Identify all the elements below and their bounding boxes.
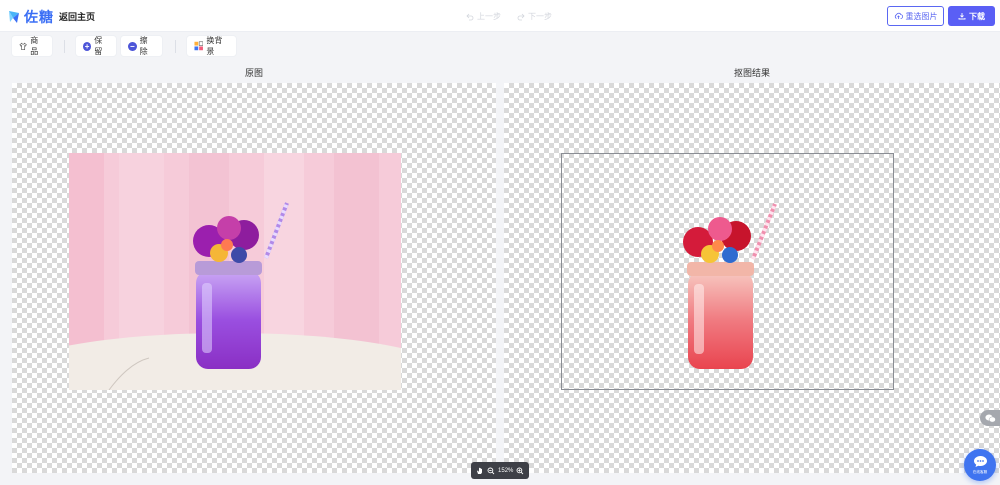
back-home-link[interactable]: 返回主页 bbox=[59, 10, 95, 23]
toolbar-divider bbox=[64, 40, 65, 53]
undo-label: 上一步 bbox=[477, 12, 501, 21]
keep-label: 保留 bbox=[94, 36, 103, 56]
product-label: 商品 bbox=[30, 36, 39, 56]
background-swap-icon bbox=[194, 41, 204, 51]
download-icon bbox=[958, 13, 966, 20]
minus-icon: − bbox=[128, 41, 137, 51]
logo-icon bbox=[9, 11, 19, 23]
erase-brush-button[interactable]: − 擦除 bbox=[121, 36, 162, 56]
chat-side-tab[interactable] bbox=[980, 410, 1000, 426]
product-mode-button[interactable]: 商品 bbox=[12, 36, 52, 56]
change-background-button[interactable]: 换背景 bbox=[187, 36, 236, 56]
original-panel-title: 原图 bbox=[244, 68, 263, 78]
reselect-label: 重选图片 bbox=[905, 11, 938, 21]
logo-text: 佐糖 bbox=[24, 9, 54, 25]
erase-label: 擦除 bbox=[139, 36, 148, 56]
undo-icon bbox=[466, 13, 474, 20]
plus-icon: + bbox=[83, 41, 92, 51]
reselect-image-button[interactable]: 重选图片 bbox=[887, 6, 944, 26]
toolbar-divider bbox=[175, 40, 176, 53]
original-photo-graphic bbox=[69, 153, 401, 390]
history-controls: 上一步 下一步 bbox=[466, 11, 552, 22]
zoom-controls: 152% bbox=[471, 462, 529, 479]
keep-brush-button[interactable]: + 保留 bbox=[76, 36, 116, 56]
hand-pan-icon[interactable] bbox=[475, 466, 484, 475]
shirt-icon bbox=[19, 42, 27, 50]
top-bar: 佐糖 返回主页 上一步 下一步 重选图片 下载 bbox=[0, 0, 1000, 32]
result-cutout-graphic bbox=[683, 203, 777, 369]
result-panel-title: 抠图结果 bbox=[733, 68, 770, 78]
support-label: 在线客服 bbox=[972, 469, 988, 474]
zoom-out-icon[interactable] bbox=[487, 466, 496, 475]
redo-button[interactable]: 下一步 bbox=[517, 11, 552, 22]
redo-label: 下一步 bbox=[528, 12, 552, 21]
change-bg-label: 换背景 bbox=[206, 36, 223, 56]
wechat-icon bbox=[984, 414, 996, 422]
redo-icon bbox=[517, 13, 525, 20]
download-button[interactable]: 下载 bbox=[948, 6, 995, 26]
zoom-level: 152% bbox=[498, 467, 514, 474]
upload-cloud-icon bbox=[894, 12, 903, 19]
chat-bubble-icon bbox=[973, 456, 987, 467]
original-image bbox=[69, 153, 401, 390]
logo[interactable]: 佐糖 bbox=[7, 7, 54, 27]
result-bounding-frame bbox=[561, 153, 894, 390]
online-support-button[interactable]: 在线客服 bbox=[964, 449, 996, 481]
undo-button[interactable]: 上一步 bbox=[466, 11, 501, 22]
download-label: 下载 bbox=[969, 11, 985, 21]
zoom-in-icon[interactable] bbox=[516, 466, 525, 475]
